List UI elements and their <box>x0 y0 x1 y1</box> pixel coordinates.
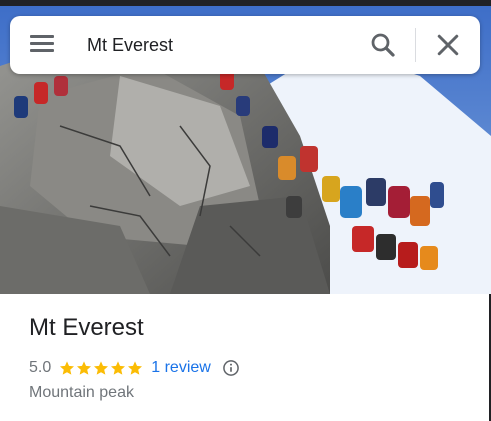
search-button[interactable] <box>368 30 398 60</box>
star-icon <box>128 361 143 375</box>
rating-value: 5.0 <box>29 359 52 376</box>
star-icon <box>77 361 92 375</box>
place-category: Mountain peak <box>29 384 134 401</box>
reviews-link[interactable]: 1 review <box>151 359 211 377</box>
rating-row: 5.0 1 review <box>29 358 241 378</box>
star-icon <box>111 361 126 375</box>
place-info-panel: Mt Everest 5.0 1 review Mountain peak <box>0 294 491 421</box>
close-icon <box>437 34 459 56</box>
place-title: Mt Everest <box>29 314 144 341</box>
star-icon <box>94 361 109 375</box>
search-input[interactable] <box>87 30 347 60</box>
search-icon <box>371 33 395 57</box>
menu-button[interactable] <box>28 32 56 58</box>
info-icon[interactable] <box>221 358 241 378</box>
star-rating <box>59 360 144 376</box>
star-icon <box>60 361 75 375</box>
search-divider <box>415 28 416 62</box>
search-bar <box>10 16 480 74</box>
close-button[interactable] <box>433 30 463 60</box>
menu-icon <box>30 35 54 38</box>
